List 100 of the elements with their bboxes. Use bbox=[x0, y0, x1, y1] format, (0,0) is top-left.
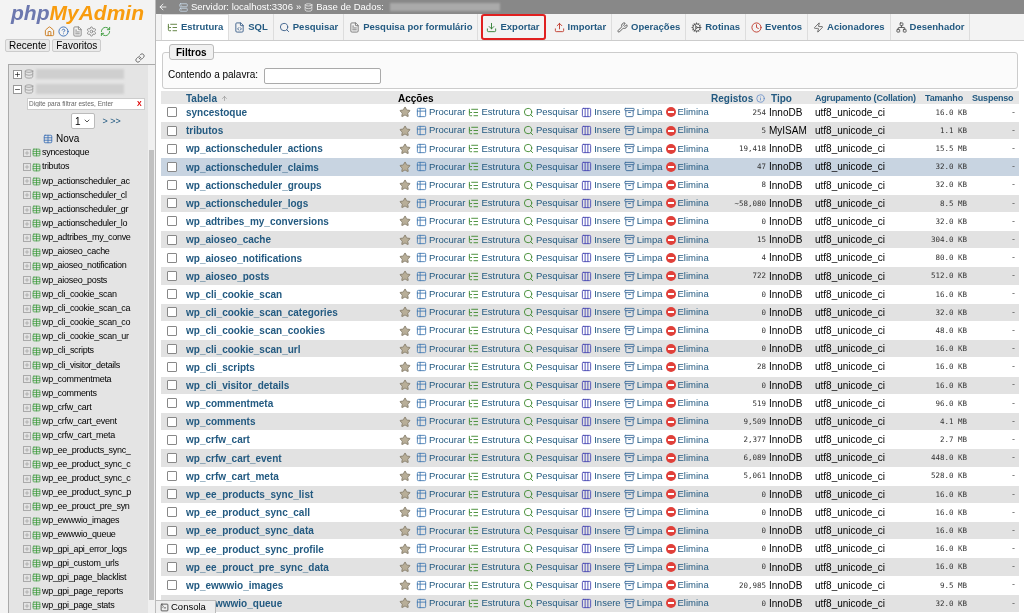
table-name-link[interactable]: wp_crfw_cart bbox=[186, 434, 250, 446]
action-link[interactable]: Estrutura bbox=[468, 159, 520, 175]
filter-word-field[interactable] bbox=[264, 67, 382, 84]
action-link[interactable]: Insere bbox=[581, 323, 621, 338]
table-link[interactable]: wp_aioseo_notification bbox=[42, 259, 127, 273]
tab[interactable]: SQL bbox=[229, 14, 274, 40]
table-name-link[interactable]: wp_adtribes_my_conversions bbox=[186, 216, 329, 228]
action-link[interactable]: Elimina bbox=[665, 487, 709, 502]
action-link[interactable]: Limpa bbox=[623, 396, 663, 411]
action-link[interactable]: Pesquisar bbox=[523, 287, 579, 302]
action-link[interactable]: Pesquisar bbox=[523, 305, 579, 320]
action-link[interactable]: Elimina bbox=[665, 287, 709, 302]
table-link[interactable]: wp_ewwwio_queue bbox=[42, 528, 116, 542]
star-icon[interactable] bbox=[399, 506, 411, 519]
action-link[interactable]: Pesquisar bbox=[523, 432, 579, 447]
row-checkbox[interactable] bbox=[167, 416, 177, 427]
table-link[interactable]: wp_ee_product_sync_c bbox=[42, 457, 131, 472]
action-link[interactable]: Elimina bbox=[665, 468, 709, 484]
action-link[interactable]: Procurar bbox=[416, 141, 466, 156]
action-link[interactable]: Insere bbox=[581, 123, 621, 138]
row-checkbox[interactable] bbox=[167, 325, 177, 336]
action-link[interactable]: Pesquisar bbox=[523, 378, 579, 393]
action-link[interactable]: Limpa bbox=[623, 541, 663, 556]
table-link[interactable]: wp_crfw_cart bbox=[42, 401, 92, 415]
action-link[interactable]: Procurar bbox=[416, 232, 466, 247]
reload-icon[interactable] bbox=[100, 25, 111, 37]
table-name-link[interactable]: wp_ee_product_sync_call bbox=[186, 507, 310, 519]
action-link[interactable]: Estrutura bbox=[468, 414, 520, 429]
table-name-link[interactable]: wp_crfw_cart_event bbox=[186, 452, 282, 464]
action-link[interactable]: Elimina bbox=[665, 268, 709, 284]
action-link[interactable]: Limpa bbox=[623, 341, 663, 356]
star-icon[interactable] bbox=[399, 306, 411, 319]
action-link[interactable]: Elimina bbox=[665, 523, 709, 538]
star-icon[interactable] bbox=[399, 379, 411, 392]
action-link[interactable]: Limpa bbox=[623, 268, 663, 284]
star-icon[interactable] bbox=[399, 270, 411, 283]
column-header[interactable]: Tabela bbox=[183, 90, 397, 106]
table-link[interactable]: wp_comments bbox=[42, 386, 97, 401]
action-link[interactable]: Insere bbox=[581, 578, 621, 593]
star-icon[interactable] bbox=[399, 524, 411, 537]
action-link[interactable]: Estrutura bbox=[468, 487, 520, 502]
action-link[interactable]: Insere bbox=[581, 487, 621, 502]
action-link[interactable]: Elimina bbox=[665, 432, 709, 447]
action-link[interactable]: Procurar bbox=[416, 268, 466, 284]
action-link[interactable]: Estrutura bbox=[468, 341, 520, 356]
action-link[interactable]: Limpa bbox=[623, 359, 663, 375]
action-link[interactable]: Insere bbox=[581, 196, 621, 211]
action-link[interactable]: Procurar bbox=[416, 505, 466, 520]
table-link[interactable]: wp_actionscheduler_ac bbox=[42, 174, 130, 189]
action-link[interactable]: Procurar bbox=[416, 450, 466, 466]
table-link[interactable]: wp_crfw_cart_event bbox=[42, 415, 117, 429]
table-link[interactable]: wp_ee_prouct_pre_syn bbox=[42, 500, 130, 514]
action-link[interactable]: Elimina bbox=[665, 123, 709, 138]
table-link[interactable]: wp_cli_cookie_scan bbox=[42, 287, 117, 302]
star-icon[interactable] bbox=[399, 579, 411, 592]
action-link[interactable]: Estrutura bbox=[468, 250, 520, 265]
tab[interactable]: Pesquisar bbox=[273, 14, 345, 40]
help-icon[interactable] bbox=[58, 25, 69, 37]
action-link[interactable]: Elimina bbox=[665, 505, 709, 520]
row-checkbox[interactable] bbox=[167, 271, 177, 282]
action-link[interactable]: Estrutura bbox=[468, 214, 520, 229]
action-link[interactable]: Limpa bbox=[623, 432, 663, 447]
action-link[interactable]: Limpa bbox=[623, 414, 663, 429]
action-link[interactable]: Insere bbox=[581, 177, 621, 193]
action-link[interactable]: Limpa bbox=[623, 523, 663, 538]
table-name-link[interactable]: wp_aioseo_cache bbox=[186, 234, 272, 246]
action-link[interactable]: Pesquisar bbox=[523, 214, 579, 229]
table-name-link[interactable]: wp_cli_cookie_scan_cookies bbox=[186, 325, 325, 337]
row-checkbox[interactable] bbox=[167, 125, 177, 136]
table-link[interactable]: wp_aioseo_cache bbox=[42, 245, 110, 259]
action-link[interactable]: Insere bbox=[581, 341, 621, 356]
tab[interactable]: Importar bbox=[548, 14, 613, 40]
action-link[interactable]: Insere bbox=[581, 141, 621, 156]
action-link[interactable]: Estrutura bbox=[468, 596, 520, 611]
action-link[interactable]: Estrutura bbox=[468, 305, 520, 320]
table-link[interactable]: wp_gpi_page_blacklist bbox=[42, 570, 127, 585]
action-link[interactable]: Limpa bbox=[623, 487, 663, 502]
column-header[interactable]: Tipo bbox=[769, 90, 815, 106]
action-link[interactable]: Elimina bbox=[665, 450, 709, 466]
action-link[interactable]: Elimina bbox=[665, 250, 709, 265]
action-link[interactable]: Insere bbox=[581, 268, 621, 284]
column-header[interactable]: Agrupamento (Collation) bbox=[815, 91, 925, 105]
star-icon[interactable] bbox=[399, 561, 411, 574]
action-link[interactable]: Procurar bbox=[416, 359, 466, 375]
action-link[interactable]: Procurar bbox=[416, 196, 466, 211]
action-link[interactable]: Insere bbox=[581, 523, 621, 538]
table-name-link[interactable]: wp_ee_products_sync_list bbox=[186, 489, 314, 501]
star-icon[interactable] bbox=[399, 542, 411, 555]
action-link[interactable]: Pesquisar bbox=[523, 250, 579, 265]
action-link[interactable]: Estrutura bbox=[468, 432, 520, 447]
table-link[interactable]: wp_actionscheduler_lo bbox=[42, 217, 128, 231]
action-link[interactable]: Pesquisar bbox=[523, 323, 579, 338]
row-checkbox[interactable] bbox=[167, 361, 177, 372]
action-link[interactable]: Limpa bbox=[623, 305, 663, 320]
action-link[interactable]: Elimina bbox=[665, 105, 709, 120]
action-link[interactable]: Insere bbox=[581, 559, 621, 575]
action-link[interactable]: Pesquisar bbox=[523, 523, 579, 538]
star-icon[interactable] bbox=[399, 288, 411, 301]
action-link[interactable]: Procurar bbox=[416, 378, 466, 393]
action-link[interactable]: Procurar bbox=[416, 596, 466, 611]
